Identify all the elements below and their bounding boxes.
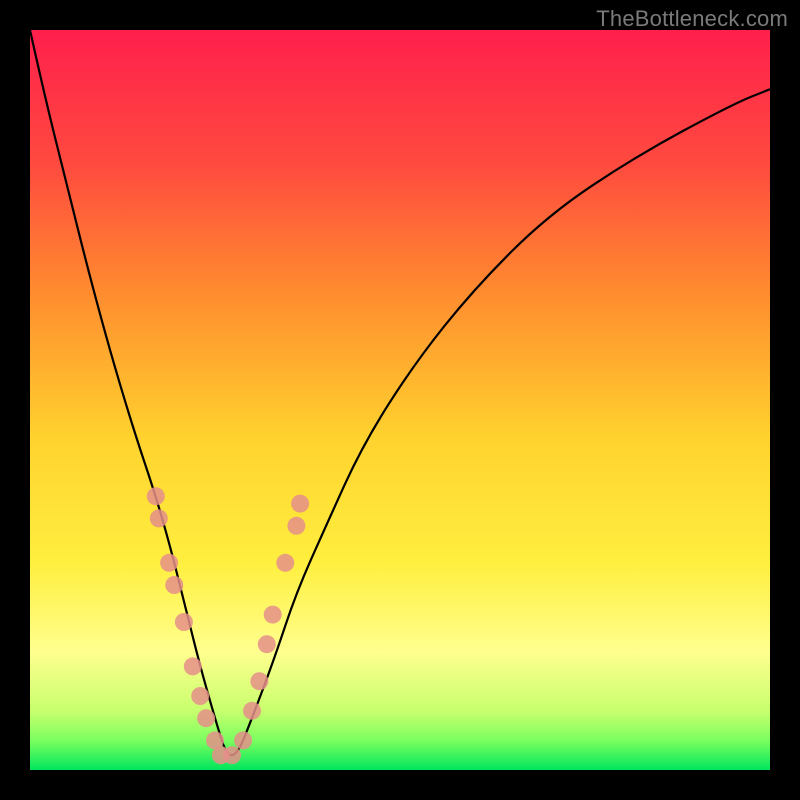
data-point bbox=[276, 554, 294, 572]
data-point bbox=[291, 495, 309, 513]
data-point bbox=[243, 702, 261, 720]
data-point bbox=[258, 635, 276, 653]
plot-area bbox=[30, 30, 770, 770]
data-point bbox=[197, 709, 215, 727]
bottleneck-curve bbox=[30, 30, 770, 755]
data-point bbox=[250, 672, 268, 690]
data-point bbox=[147, 487, 165, 505]
data-point bbox=[223, 746, 241, 764]
data-point bbox=[150, 509, 168, 527]
watermark-text: TheBottleneck.com bbox=[596, 6, 788, 32]
data-point bbox=[184, 657, 202, 675]
data-point bbox=[175, 613, 193, 631]
chart-frame: TheBottleneck.com bbox=[0, 0, 800, 800]
data-point bbox=[165, 576, 183, 594]
data-point bbox=[191, 687, 209, 705]
data-point bbox=[160, 554, 178, 572]
data-point bbox=[287, 517, 305, 535]
curve-layer bbox=[30, 30, 770, 770]
data-point bbox=[234, 731, 252, 749]
data-point bbox=[264, 606, 282, 624]
